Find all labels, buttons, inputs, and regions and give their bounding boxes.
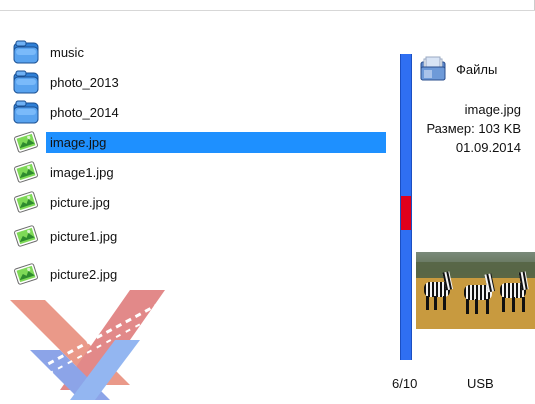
file-name: picture1.jpg [50,228,118,244]
zebra-preview-image [416,252,535,329]
list-item-folder[interactable]: photo_2014 [12,100,387,124]
file-name: photo_2013 [50,74,119,90]
file-name: image1.jpg [50,164,114,180]
file-name: image.jpg [46,131,386,153]
file-info: image.jpg Размер: 103 KB 01.09.2014 [426,100,521,157]
folder-icon [12,68,40,96]
panel-title: Файлы [456,61,498,77]
list-item-folder[interactable]: photo_2013 [12,70,387,94]
image-preview [416,252,535,329]
list-scrollbar[interactable] [400,54,412,360]
file-name: music [50,44,84,60]
top-frame [0,0,535,11]
scrollbar-thumb[interactable] [401,196,411,230]
image-file-icon [12,188,40,216]
file-name: picture.jpg [50,194,110,210]
brand-logo-icon [0,290,170,401]
list-item-image[interactable]: picture.jpg [12,190,387,214]
list-item-folder[interactable]: music [12,40,387,64]
panel-header: Файлы [420,54,497,84]
folder-icon [12,98,40,126]
list-item-image[interactable]: image.jpg [12,130,387,154]
list-item-image[interactable]: picture1.jpg [12,224,387,248]
info-size: Размер: 103 KB [426,121,521,136]
files-folder-icon [420,56,446,81]
item-counter: 6/10 [392,376,418,391]
folder-icon [12,38,40,66]
info-filename: image.jpg [464,102,521,117]
list-item-image[interactable]: image1.jpg [12,160,387,184]
image-file-icon [12,222,40,250]
info-date: 01.09.2014 [455,140,521,155]
storage-device: USB [467,376,494,391]
image-file-icon [12,128,40,156]
file-name: photo_2014 [50,104,119,120]
image-file-icon [12,158,40,186]
